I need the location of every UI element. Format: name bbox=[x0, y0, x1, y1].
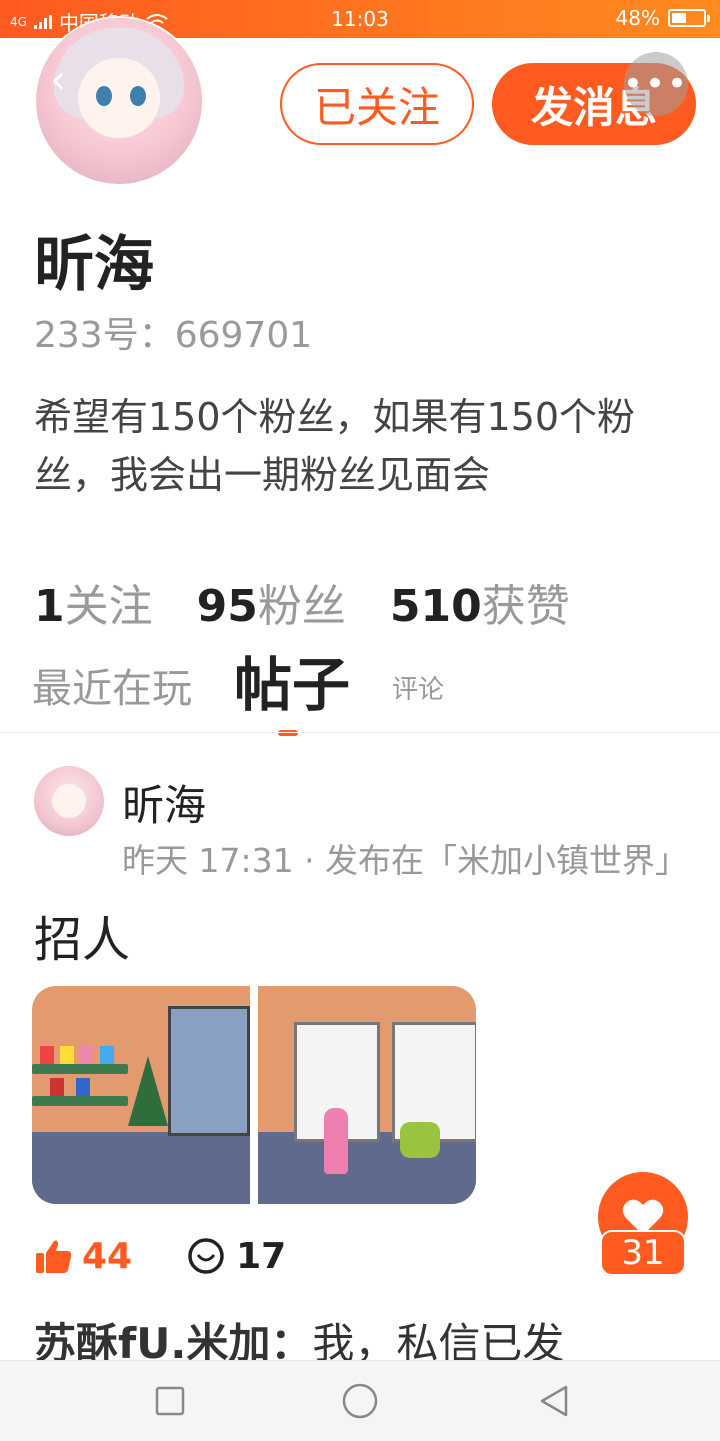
tab-posts[interactable]: 帖子 bbox=[234, 638, 351, 736]
post-meta: 昨天 17:31 · 发布在「米加小镇世界」 bbox=[122, 841, 689, 880]
comment-icon[interactable] bbox=[186, 1237, 226, 1277]
post-author-avatar[interactable] bbox=[34, 766, 104, 836]
post-author-name[interactable]: 昕海 bbox=[122, 772, 206, 833]
tab-active-indicator bbox=[278, 730, 298, 736]
home-icon[interactable] bbox=[340, 1381, 380, 1421]
back-arrow-icon[interactable]: ‹ bbox=[36, 58, 80, 102]
status-right: 48% bbox=[615, 6, 710, 30]
stat-following[interactable]: 1关注 bbox=[34, 570, 153, 634]
stat-followers[interactable]: 95粉丝 bbox=[197, 570, 346, 634]
more-options-icon[interactable]: ••• bbox=[623, 52, 688, 116]
stat-label: 获赞 bbox=[481, 581, 570, 632]
floating-like-count: 31 bbox=[600, 1230, 686, 1276]
post-image-1[interactable] bbox=[32, 986, 250, 1204]
profile-bio: 希望有150个粉丝，如果有150个粉丝，我会出一期粉丝见面会 bbox=[34, 395, 636, 497]
tab-comments[interactable]: 评论 bbox=[392, 669, 444, 726]
tab-posts-label: 帖子 bbox=[234, 651, 351, 719]
post-actions: 44 17 bbox=[34, 1236, 286, 1277]
thumbs-up-icon[interactable] bbox=[34, 1237, 74, 1277]
profile-id: 233号：669701 bbox=[34, 315, 313, 356]
post-title[interactable]: 招人 bbox=[34, 900, 130, 970]
stat-label: 关注 bbox=[64, 581, 153, 632]
stat-value: 1 bbox=[34, 581, 65, 632]
tab-recent[interactable]: 最近在玩 bbox=[32, 656, 192, 726]
like-count: 44 bbox=[82, 1236, 133, 1277]
stat-value: 95 bbox=[196, 581, 258, 632]
recent-apps-icon[interactable] bbox=[150, 1381, 190, 1421]
follow-button[interactable]: 已关注 bbox=[280, 63, 474, 145]
stat-label: 粉丝 bbox=[257, 581, 346, 632]
stat-likes[interactable]: 510获赞 bbox=[390, 570, 570, 634]
profile-name: 昕海 bbox=[34, 230, 154, 300]
stat-value: 510 bbox=[389, 581, 482, 632]
back-icon[interactable] bbox=[534, 1381, 574, 1421]
battery-icon bbox=[668, 9, 710, 27]
profile-stats: 1关注 95粉丝 510获赞 bbox=[34, 570, 570, 634]
post-image-2[interactable] bbox=[258, 986, 476, 1204]
system-nav-bar bbox=[0, 1360, 720, 1441]
battery-percent: 48% bbox=[615, 6, 660, 30]
divider bbox=[0, 732, 720, 733]
post-images bbox=[32, 986, 476, 1204]
profile-tabs: 最近在玩 帖子 评论 bbox=[32, 651, 486, 736]
comment-count: 17 bbox=[236, 1236, 287, 1277]
